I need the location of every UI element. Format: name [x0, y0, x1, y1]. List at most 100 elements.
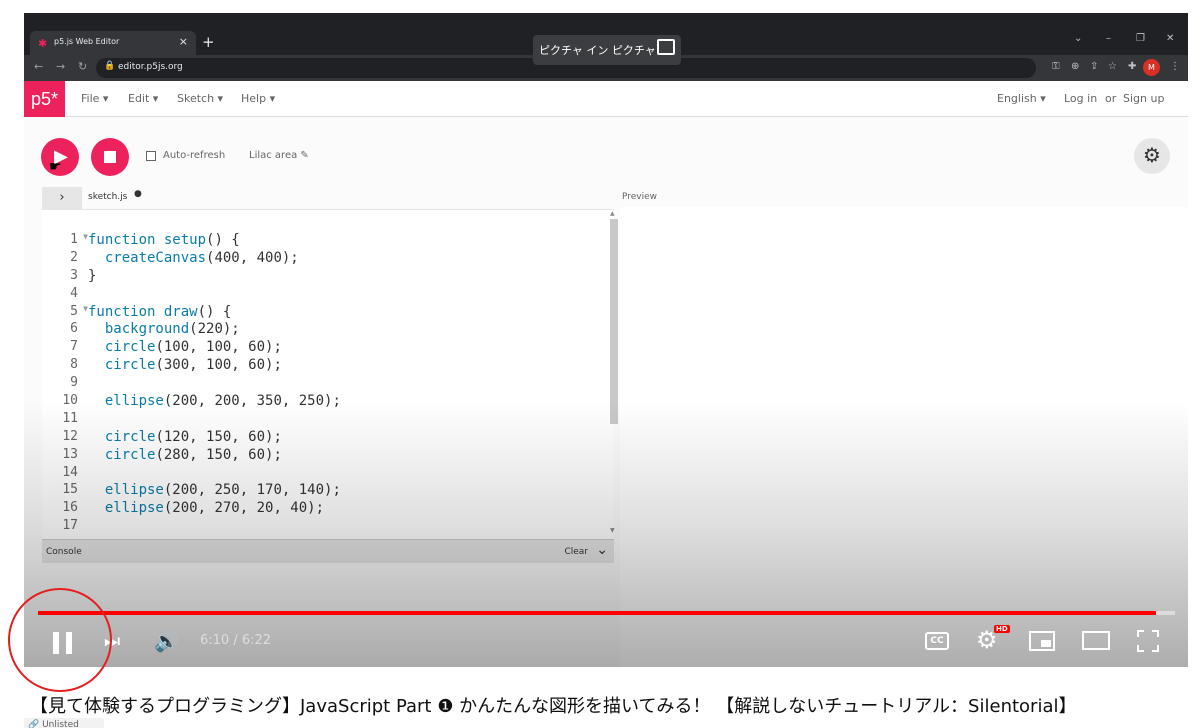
code-line[interactable]: circle(120, 150, 60); — [88, 429, 341, 447]
code-function-name: circle — [104, 357, 156, 374]
code-line[interactable] — [88, 518, 341, 536]
code-function-name: setup — [163, 232, 207, 248]
line-number: 3 — [70, 267, 78, 283]
code-line[interactable]: ellipse(200, 250, 170, 140); — [88, 482, 341, 500]
miniplayer-icon[interactable] — [1029, 631, 1055, 651]
line-number: 7 — [70, 339, 78, 355]
extensions-icon[interactable]: ✚ — [1128, 61, 1136, 72]
player-controls: ⏭ 🔊 6:10 / 6:22 CC ⚙ HD — [24, 617, 1188, 667]
code-function-name: ellipse — [104, 393, 164, 410]
url-text: editor.p5js.org — [118, 62, 183, 72]
sketch-name[interactable]: Lilac area ✎ — [249, 150, 309, 161]
profile-avatar[interactable]: M — [1143, 59, 1160, 76]
line-number: 10 — [62, 393, 78, 409]
line-number: 13 — [62, 446, 78, 462]
preview-label: Preview — [622, 192, 658, 202]
tab-close-icon[interactable]: × — [179, 35, 188, 48]
console-clear-button[interactable]: Clear — [564, 547, 588, 557]
forward-icon[interactable]: → — [56, 60, 65, 73]
menu-file[interactable]: File ▾ — [81, 92, 108, 105]
code-text: (220); — [189, 321, 240, 338]
code-line[interactable] — [88, 465, 341, 483]
menu-edit[interactable]: Edit ▾ — [128, 92, 158, 105]
menu-sketch[interactable]: Sketch ▾ — [177, 92, 223, 105]
volume-icon[interactable]: 🔊 — [154, 629, 179, 653]
tab-search-icon[interactable]: ⌄ — [1074, 33, 1082, 44]
code-line[interactable]: function draw() { — [88, 304, 341, 322]
code-function-name: createCanvas — [104, 249, 207, 266]
code-function-name: circle — [104, 339, 156, 356]
console-collapse-chevron-icon[interactable]: ⌄ — [596, 542, 608, 558]
code-editor[interactable]: 1 ▼ 2 3 4 5 ▼ 6 7 8 9 10 11 12 13 14 15 16 17 function set… — [42, 209, 614, 539]
hd-badge: HD — [994, 625, 1010, 633]
theater-mode-icon[interactable] — [1082, 631, 1110, 650]
code-line[interactable]: background(220); — [88, 321, 341, 339]
code-line[interactable] — [88, 286, 341, 304]
code-text: (300, 100, 60); — [155, 357, 282, 374]
bookmark-star-icon[interactable]: ☆ — [1108, 61, 1117, 72]
code-line[interactable]: ellipse(200, 200, 350, 250); — [88, 393, 341, 411]
gear-icon: ⚙ — [1143, 143, 1161, 167]
code-text: () { — [206, 232, 240, 248]
restore-icon[interactable]: ❐ — [1136, 33, 1145, 44]
code-function-name: draw — [163, 303, 198, 320]
sidebar-toggle-chevron-icon[interactable]: › — [42, 187, 82, 209]
p5-logo[interactable]: p5* — [24, 81, 65, 117]
back-icon[interactable]: ← — [34, 60, 43, 73]
code-line[interactable] — [88, 375, 341, 393]
line-number: 17 — [62, 518, 78, 534]
p5-editor-page: p5* File ▾ Edit ▾ Sketch ▾ Help ▾ Englis… — [24, 81, 1188, 667]
auto-refresh-checkbox[interactable] — [146, 151, 156, 161]
fullscreen-icon[interactable] — [1137, 630, 1159, 652]
code-line[interactable]: function setup() { — [88, 232, 341, 250]
language-select[interactable]: English ▾ — [997, 92, 1046, 105]
menu-help[interactable]: Help ▾ — [241, 92, 275, 105]
settings-button[interactable]: ⚙ — [1134, 138, 1170, 174]
stop-button[interactable] — [91, 138, 129, 176]
scroll-down-icon[interactable]: ▼ — [610, 527, 615, 534]
code-text: (200, 270, 20, 40); — [163, 500, 325, 517]
share-icon[interactable]: ⇪ — [1090, 61, 1098, 72]
signup-link[interactable]: Sign up — [1123, 92, 1164, 105]
code-line[interactable]: circle(280, 150, 60); — [88, 447, 341, 465]
code-line[interactable] — [88, 411, 341, 429]
code-text: (120, 150, 60); — [155, 428, 282, 445]
more-menu-icon[interactable]: ⋮ — [1170, 61, 1180, 72]
unlisted-label: Unlisted — [42, 720, 79, 728]
code-text: (200, 250, 170, 140); — [163, 482, 341, 499]
video-title: 【見て体験するプログラミング】JavaScript Part ❶ かんたんな図形… — [30, 696, 1077, 717]
code-line[interactable]: circle(100, 100, 60); — [88, 339, 341, 357]
code-line[interactable]: ellipse(200, 270, 20, 40); — [88, 500, 341, 518]
key-icon[interactable]: ⚿ — [1052, 61, 1060, 72]
code-line[interactable]: createCanvas(400, 400); — [88, 250, 341, 268]
code-text: (100, 100, 60); — [155, 339, 282, 356]
new-tab-icon[interactable]: + — [202, 33, 215, 51]
code-function-name: ellipse — [104, 482, 164, 499]
code-text: } — [88, 267, 97, 284]
reload-icon[interactable]: ↻ — [78, 60, 87, 73]
progress-bar[interactable] — [38, 611, 1175, 615]
captions-button[interactable]: CC — [925, 632, 949, 650]
code-line[interactable]: circle(300, 100, 60); — [88, 357, 341, 375]
line-number: 12 — [62, 428, 78, 444]
video-player[interactable]: ✱ p5.js Web Editor × + ⌄ – ❐ ✕ ピクチャ イン ピ… — [24, 13, 1188, 667]
scroll-up-icon[interactable]: ▲ — [610, 210, 615, 217]
code-lines[interactable]: function setup() { createCanvas(400, 400… — [88, 232, 341, 536]
editor-scrollbar[interactable] — [610, 219, 618, 424]
line-number-gutter: 1 ▼ 2 3 4 5 ▼ 6 7 8 9 10 11 12 13 14 15 16 17 — [42, 232, 88, 536]
close-window-icon[interactable]: ✕ — [1166, 33, 1174, 44]
line-number: 11 — [62, 410, 78, 426]
browser-tab[interactable]: ✱ p5.js Web Editor × — [30, 31, 196, 55]
file-tab[interactable]: sketch.js — [88, 192, 127, 202]
login-link[interactable]: Log in — [1064, 92, 1097, 105]
zoom-icon[interactable]: ⊕ — [1071, 61, 1079, 72]
code-function-name: ellipse — [104, 500, 164, 517]
minimize-icon[interactable]: – — [1106, 33, 1111, 44]
code-line[interactable]: } — [88, 268, 341, 286]
